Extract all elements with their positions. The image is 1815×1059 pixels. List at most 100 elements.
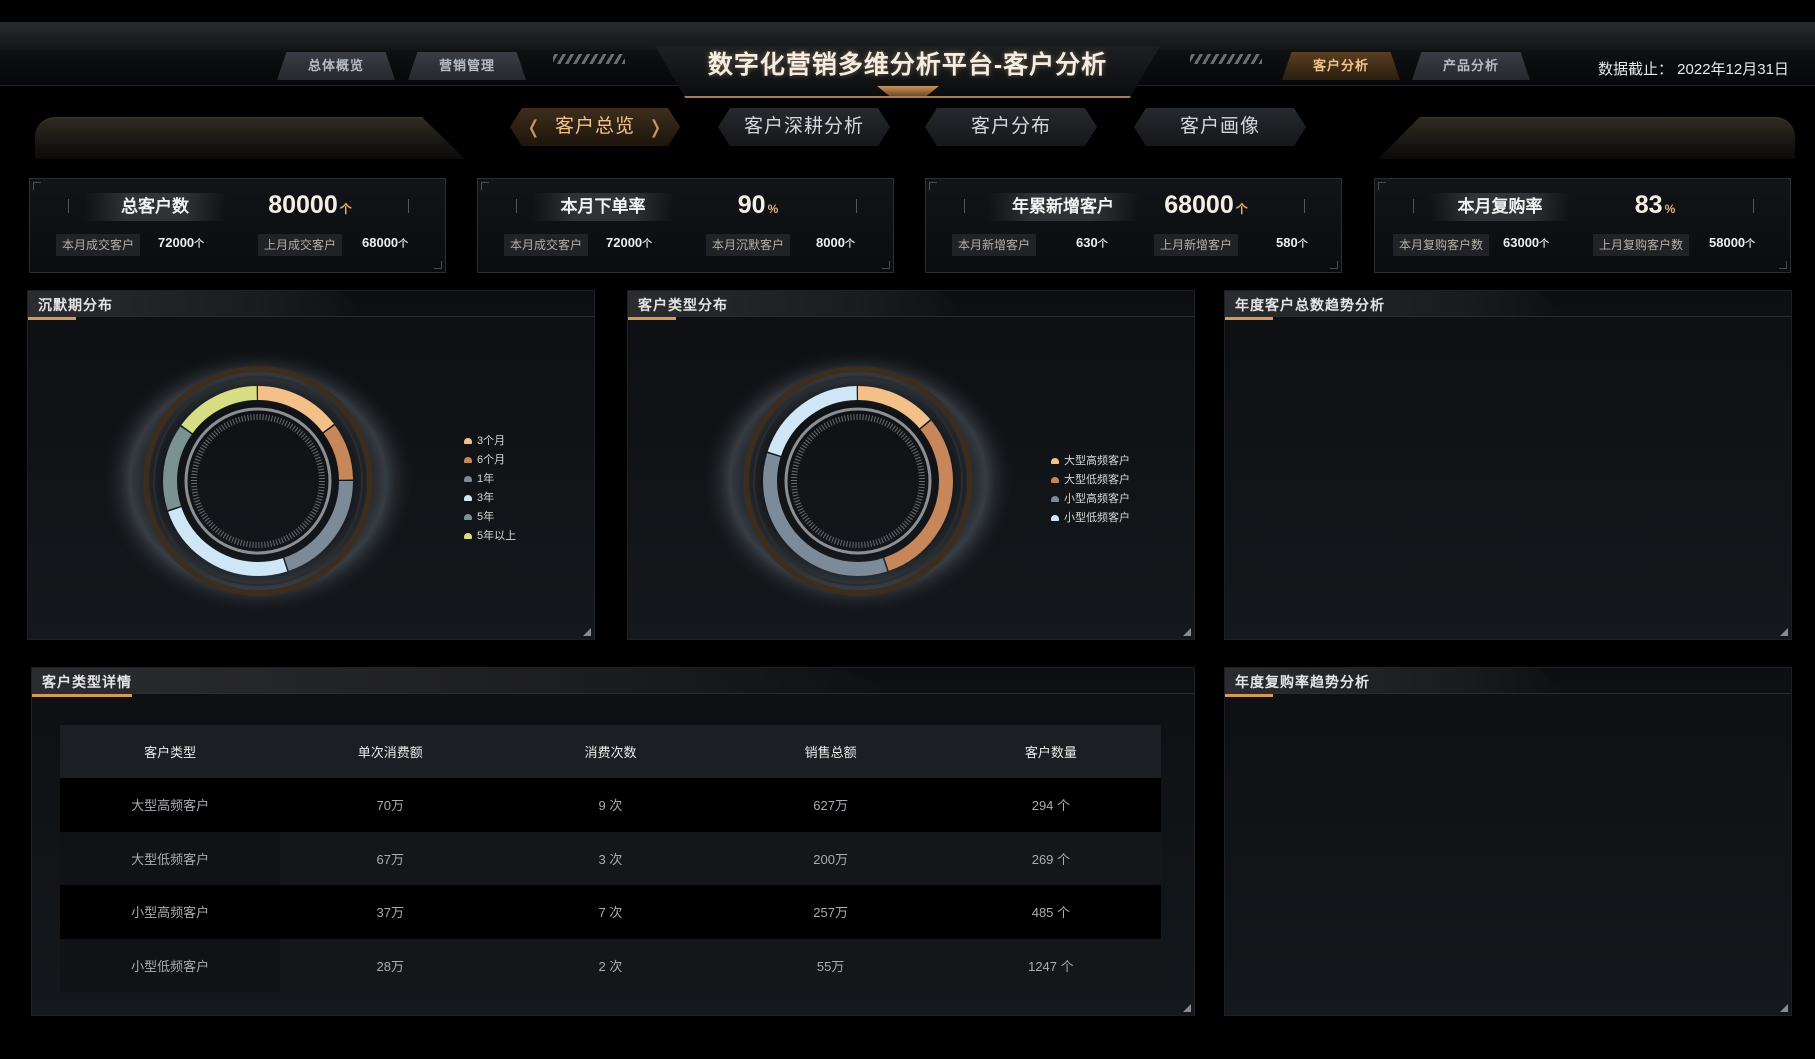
column-header: 单次消费额 xyxy=(280,725,501,778)
legend-item[interactable]: 大型低频客户 xyxy=(1051,471,1130,487)
kpi-tick xyxy=(856,199,857,213)
legend-item[interactable]: 1年 xyxy=(464,470,494,486)
kpi-sub-value: 63000个 xyxy=(1503,235,1550,250)
page-title: 数字化营销多维分析平台-客户分析 xyxy=(707,51,1108,79)
legend-marker-icon xyxy=(464,533,472,540)
legend-marker-icon xyxy=(464,457,472,464)
legend-marker-icon xyxy=(1051,515,1059,522)
table-cell: 小型低频客户 xyxy=(60,938,281,992)
corner-deco xyxy=(1780,628,1788,636)
kpi-sub-label: 上月新增客户 xyxy=(1154,234,1239,256)
legend-marker-icon xyxy=(464,514,472,521)
table-cell: 70万 xyxy=(280,778,501,832)
kpi-sub-label: 本月新增客户 xyxy=(952,234,1037,256)
tab-customer-deep-analysis[interactable]: 客户深耕分析 xyxy=(718,108,890,146)
legend-label: 大型高频客户 xyxy=(1064,455,1130,467)
panel-header xyxy=(32,668,904,694)
nav-tab-product-analysis[interactable]: 产品分析 xyxy=(1412,52,1530,80)
chevron-right-icon: ❭ xyxy=(647,117,664,137)
corner-deco xyxy=(1183,628,1191,636)
kpi-card-repurchase-rate: 本月复购率 83% 本月复购客户数 63000个 上月复购客户数 58000个 xyxy=(1374,178,1791,273)
panel-divider xyxy=(628,316,1194,317)
kpi-sub-label: 本月成交客户 xyxy=(504,234,589,256)
panel-title: 沉默期分布 xyxy=(38,297,113,313)
kpi-sub-value: 8000个 xyxy=(816,235,855,250)
table-row: 大型高频客户 70万 9 次 627万 294 个 xyxy=(60,778,1161,832)
legend-item[interactable]: 5年以上 xyxy=(464,527,516,543)
data-cutoff-date: 数据截止： 2022年12月31日 xyxy=(1598,61,1789,78)
kpi-value: 68000 个 xyxy=(1164,191,1248,219)
legend-label: 5年以上 xyxy=(477,530,517,542)
table-cell: 28万 xyxy=(280,938,501,992)
tab-customer-overview[interactable]: ❬ 客户总览 ❭ xyxy=(510,108,680,146)
kpi-sub-value: 580个 xyxy=(1276,235,1308,250)
kpi-sub-label: 上月成交客户 xyxy=(258,234,343,256)
corner-deco xyxy=(929,182,937,190)
legend-item[interactable]: 大型高频客户 xyxy=(1051,452,1130,468)
table-cell: 627万 xyxy=(720,778,941,832)
kpi-sub-label: 本月复购客户数 xyxy=(1393,234,1490,256)
corner-deco xyxy=(1780,1004,1788,1012)
panel-title: 客户类型详情 xyxy=(42,674,132,690)
table-row: 大型低频客户 67万 3 次 200万 269 个 xyxy=(60,831,1161,885)
corner-deco xyxy=(1330,261,1338,269)
nav-tab-overview[interactable]: 总体概览 xyxy=(277,52,395,80)
table-cell: 269 个 xyxy=(940,831,1161,885)
kpi-label: 本月复购率 xyxy=(1430,193,1570,221)
legend-marker-icon xyxy=(1051,477,1059,484)
nav-tab-customer-analysis[interactable]: 客户分析 xyxy=(1282,52,1400,80)
table-cell: 55万 xyxy=(720,938,941,992)
kpi-label: 总客户数 xyxy=(85,193,225,221)
panel-title: 年度客户总数趋势分析 xyxy=(1235,297,1385,313)
legend-item[interactable]: 3个月 xyxy=(464,432,505,448)
kpi-card-order-rate: 本月下单率 90% 本月成交客户 72000个 本月沉默客户 8000个 xyxy=(477,178,894,273)
table-cell: 485 个 xyxy=(940,885,1161,939)
panel-divider xyxy=(28,316,594,317)
legend-label: 小型高频客户 xyxy=(1064,493,1130,505)
legend-item[interactable]: 小型高频客户 xyxy=(1051,490,1130,506)
corner-deco xyxy=(481,182,489,190)
legend-marker-icon xyxy=(464,438,472,445)
panel-title-underline xyxy=(1225,317,1273,320)
kpi-label: 本月下单率 xyxy=(533,193,673,221)
table-row: 小型低频客户 28万 2 次 55万 1247 个 xyxy=(60,938,1161,992)
panel-customer-type-distribution: 客户类型分布 大型高频客户 大型低频客户 小型高频客户 小型低频客户 xyxy=(627,290,1195,640)
panel-title-underline xyxy=(32,694,132,697)
subnav-deco-left xyxy=(35,117,465,159)
panel-title-underline xyxy=(1225,694,1273,697)
chevron-left-icon: ❬ xyxy=(526,117,543,137)
table-cell: 3 次 xyxy=(500,831,721,885)
legend-item[interactable]: 5年 xyxy=(464,508,494,524)
table-cell: 大型低频客户 xyxy=(60,831,281,885)
legend-item[interactable]: 6个月 xyxy=(464,451,505,467)
corner-deco xyxy=(33,182,41,190)
header-stripes-right xyxy=(1190,54,1262,64)
table-cell: 小型高频客户 xyxy=(60,885,281,939)
kpi-tick xyxy=(964,199,965,213)
column-header: 客户数量 xyxy=(940,725,1161,778)
tab-label: 客户总览 xyxy=(554,116,635,137)
kpi-value: 83% xyxy=(1634,191,1676,219)
kpi-sub-label: 本月成交客户 xyxy=(56,234,141,256)
kpi-tick xyxy=(408,199,409,213)
panel-divider xyxy=(32,693,1194,694)
column-header: 消费次数 xyxy=(500,725,721,778)
subnav-deco-right xyxy=(1378,117,1795,159)
kpi-sub-value: 630个 xyxy=(1076,235,1108,250)
repurchase-rate-area-chart xyxy=(1225,698,1793,1015)
tab-customer-profile[interactable]: 客户画像 xyxy=(1134,108,1306,146)
tab-customer-distribution[interactable]: 客户分布 xyxy=(925,108,1097,146)
table-row: 小型高频客户 37万 7 次 257万 485 个 xyxy=(60,885,1161,939)
annual-customer-area-chart xyxy=(1225,321,1793,639)
panel-silence-period: 沉默期分布 3个月 6个月 1年 3年 5年 5年以上 xyxy=(27,290,595,640)
table-cell: 200万 xyxy=(720,831,941,885)
kpi-sub-value: 58000个 xyxy=(1709,235,1756,250)
kpi-sub-label: 上月复购客户数 xyxy=(1593,234,1690,256)
legend-marker-icon xyxy=(464,476,472,483)
nav-tab-marketing[interactable]: 营销管理 xyxy=(408,52,526,80)
corner-deco xyxy=(583,628,591,636)
legend-item[interactable]: 小型低频客户 xyxy=(1051,509,1130,525)
legend-item[interactable]: 3年 xyxy=(464,489,494,505)
legend-label: 6个月 xyxy=(477,454,506,466)
panel-divider xyxy=(1225,693,1791,694)
